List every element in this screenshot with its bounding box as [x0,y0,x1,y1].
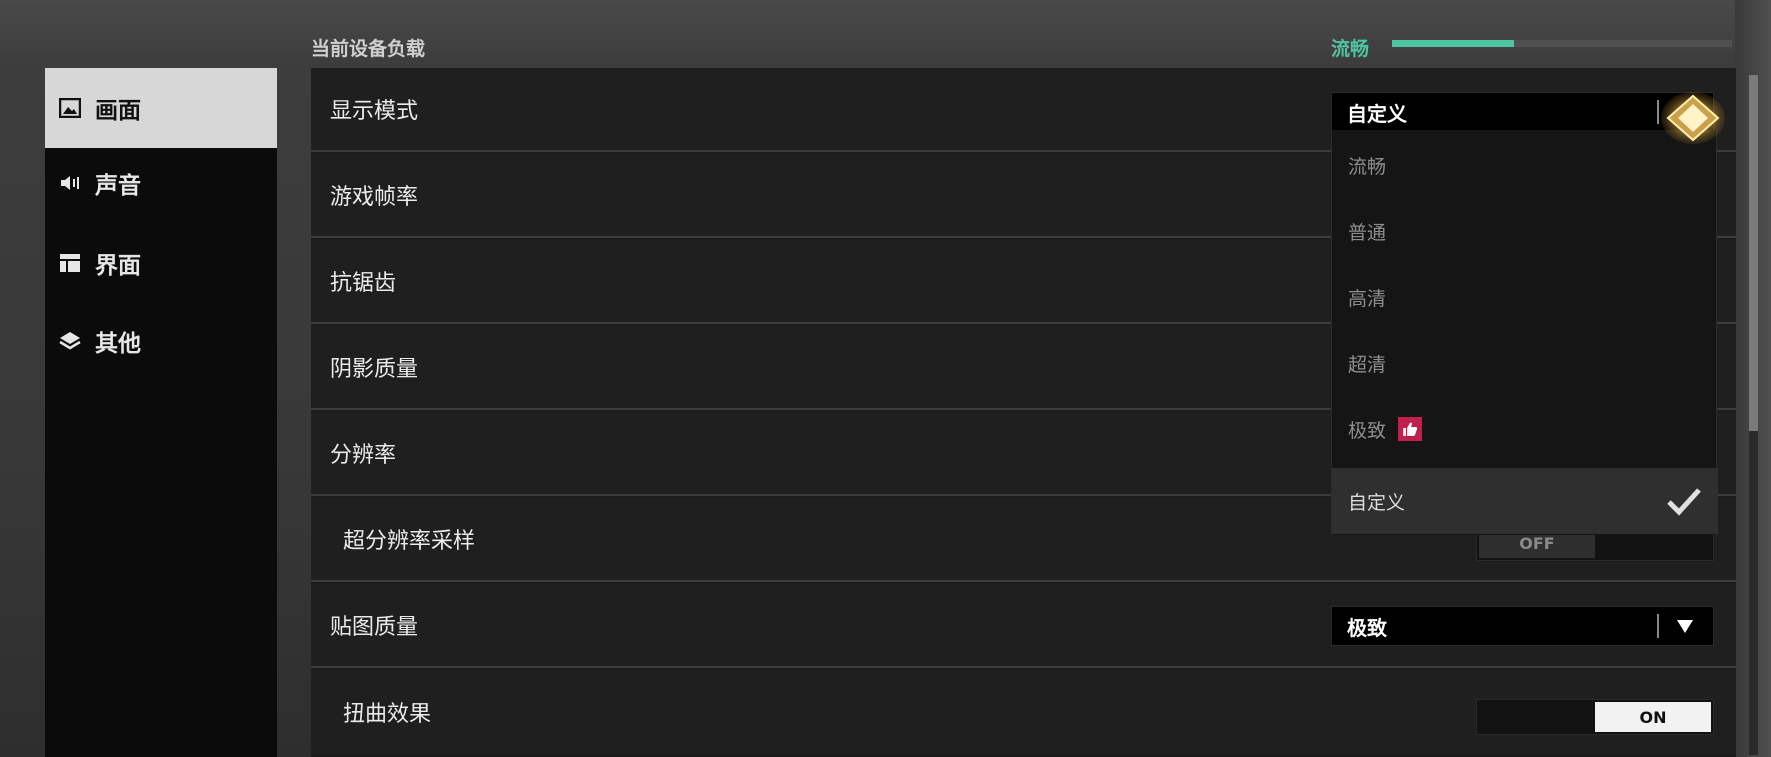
option-label: 流畅 [1348,155,1387,178]
texture-quality-select[interactable]: 极致 [1331,606,1714,646]
dropdown-option-custom[interactable]: 自定义 [1332,468,1718,534]
select-divider [1657,100,1659,124]
setting-label: 超分辨率采样 [343,529,476,554]
setting-label: 贴图质量 [330,615,419,640]
device-load-label: 流畅 [1331,38,1370,60]
setting-label: 显示模式 [330,99,419,124]
settings-scrollbar[interactable] [1749,75,1758,755]
speaker-icon [59,172,81,194]
device-load-title: 当前设备负载 [311,38,426,60]
sidebar: 画面 声音 界面 其他 [45,68,277,757]
layout-icon [59,252,81,274]
sidebar-item-label: 声音 [95,172,141,199]
setting-label: 阴影质量 [330,357,419,382]
sidebar-item-interface[interactable]: 界面 [45,223,277,303]
chevron-down-icon [1677,620,1693,633]
select-value: 极致 [1347,615,1387,640]
dropdown-option-normal[interactable]: 普通 [1332,198,1718,264]
image-icon [59,97,81,119]
device-load-bar [1392,40,1732,47]
select-value: 自定义 [1347,101,1407,126]
option-label: 普通 [1348,221,1387,244]
scrollbar-thumb[interactable] [1749,75,1758,431]
setting-label: 抗锯齿 [330,271,397,296]
setting-row-texture-quality: 贴图质量 极致 [311,584,1736,668]
checkmark-icon [1667,488,1701,516]
toggle-state: ON [1595,702,1711,732]
settings-screen: 当前设备负载 流畅 画面 声音 界面 其他 显示模式 自定义 游戏帧率 抗锯齿 … [0,0,1771,757]
option-label: 超清 [1348,353,1387,376]
gold-diamond-icon [1661,92,1725,144]
sidebar-item-label: 其他 [95,330,141,357]
setting-label: 扭曲效果 [343,702,432,727]
dropdown-option-extreme[interactable]: 极致 [1332,396,1718,462]
dropdown-option-hd[interactable]: 高清 [1332,264,1718,330]
display-mode-select[interactable]: 自定义 [1331,92,1714,132]
option-label: 自定义 [1348,491,1406,514]
display-mode-dropdown: 流畅 普通 高清 超清 极致 自定义 [1331,130,1718,535]
thumbs-up-icon [1398,417,1423,441]
sidebar-item-display[interactable]: 画面 [45,68,277,148]
setting-label: 分辨率 [330,443,397,468]
setting-label: 游戏帧率 [330,185,419,210]
option-label: 高清 [1348,287,1387,310]
select-divider [1657,614,1659,638]
setting-row-distortion: 扭曲效果 ON [311,670,1736,754]
device-load-bar-fill [1392,40,1515,47]
sidebar-item-other[interactable]: 其他 [45,301,277,381]
sidebar-item-sound[interactable]: 声音 [45,143,277,223]
sidebar-item-label: 界面 [95,252,141,279]
layers-icon [59,330,81,352]
dropdown-option-ultra-hd[interactable]: 超清 [1332,330,1718,396]
sidebar-item-label: 画面 [95,97,141,124]
option-label: 极致 [1348,419,1387,442]
distortion-toggle[interactable]: ON [1476,699,1714,735]
